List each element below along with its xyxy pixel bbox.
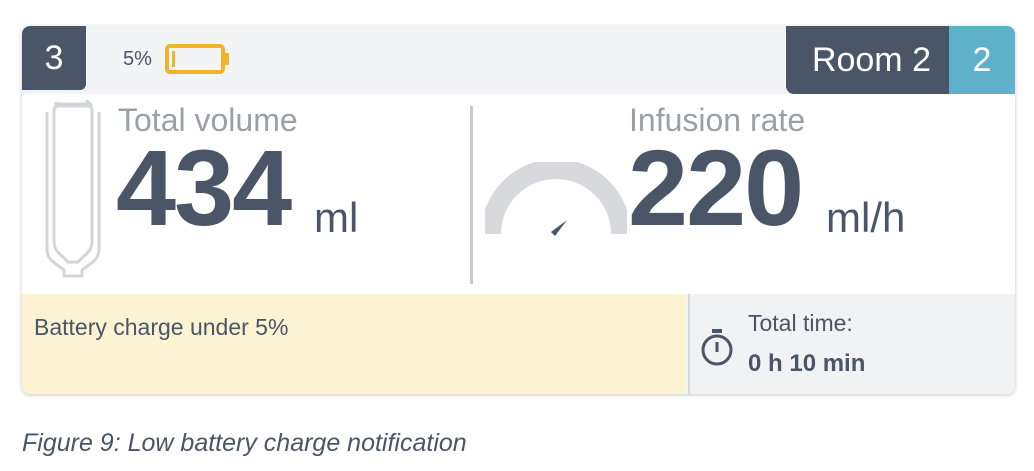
figure-caption: Figure 9: Low battery charge notificatio…	[22, 429, 467, 457]
battery-percent: 5%	[123, 48, 152, 70]
battery-low-icon	[165, 44, 229, 74]
volume-unit: ml	[314, 194, 359, 241]
stopwatch-icon	[701, 329, 733, 366]
total-time-value: 0 h 10 min	[748, 350, 866, 377]
alert-message-box[interactable]: Battery charge under 5%	[22, 294, 686, 394]
section-divider	[470, 106, 473, 284]
pump-channel-card[interactable]: 3 5% Room 2 2 Total volume 434 ml Infusi…	[22, 26, 1015, 394]
rate-unit: ml/h	[826, 194, 906, 241]
alert-text: Battery charge under 5%	[34, 314, 289, 340]
card-footer: Battery charge under 5% Total time: 0 h …	[22, 294, 1015, 394]
card-header: 3 5% Room 2 2	[22, 26, 1015, 94]
volume-value: 434	[116, 127, 292, 248]
rate-value: 220	[628, 127, 804, 248]
infusion-values-panel: Total volume 434 ml Infusion rate 220 ml…	[22, 94, 1015, 294]
room-name: Room 2	[785, 26, 949, 94]
rate-gauge-icon	[485, 162, 627, 236]
total-time-label: Total time:	[748, 310, 853, 336]
channel-number-badge[interactable]: 3	[22, 26, 86, 90]
total-time-box: Total time: 0 h 10 min	[688, 294, 1015, 394]
infusion-bag-icon	[45, 100, 101, 278]
room-indicator[interactable]: Room 2 2	[785, 26, 1015, 94]
room-number-badge: 2	[949, 26, 1015, 94]
